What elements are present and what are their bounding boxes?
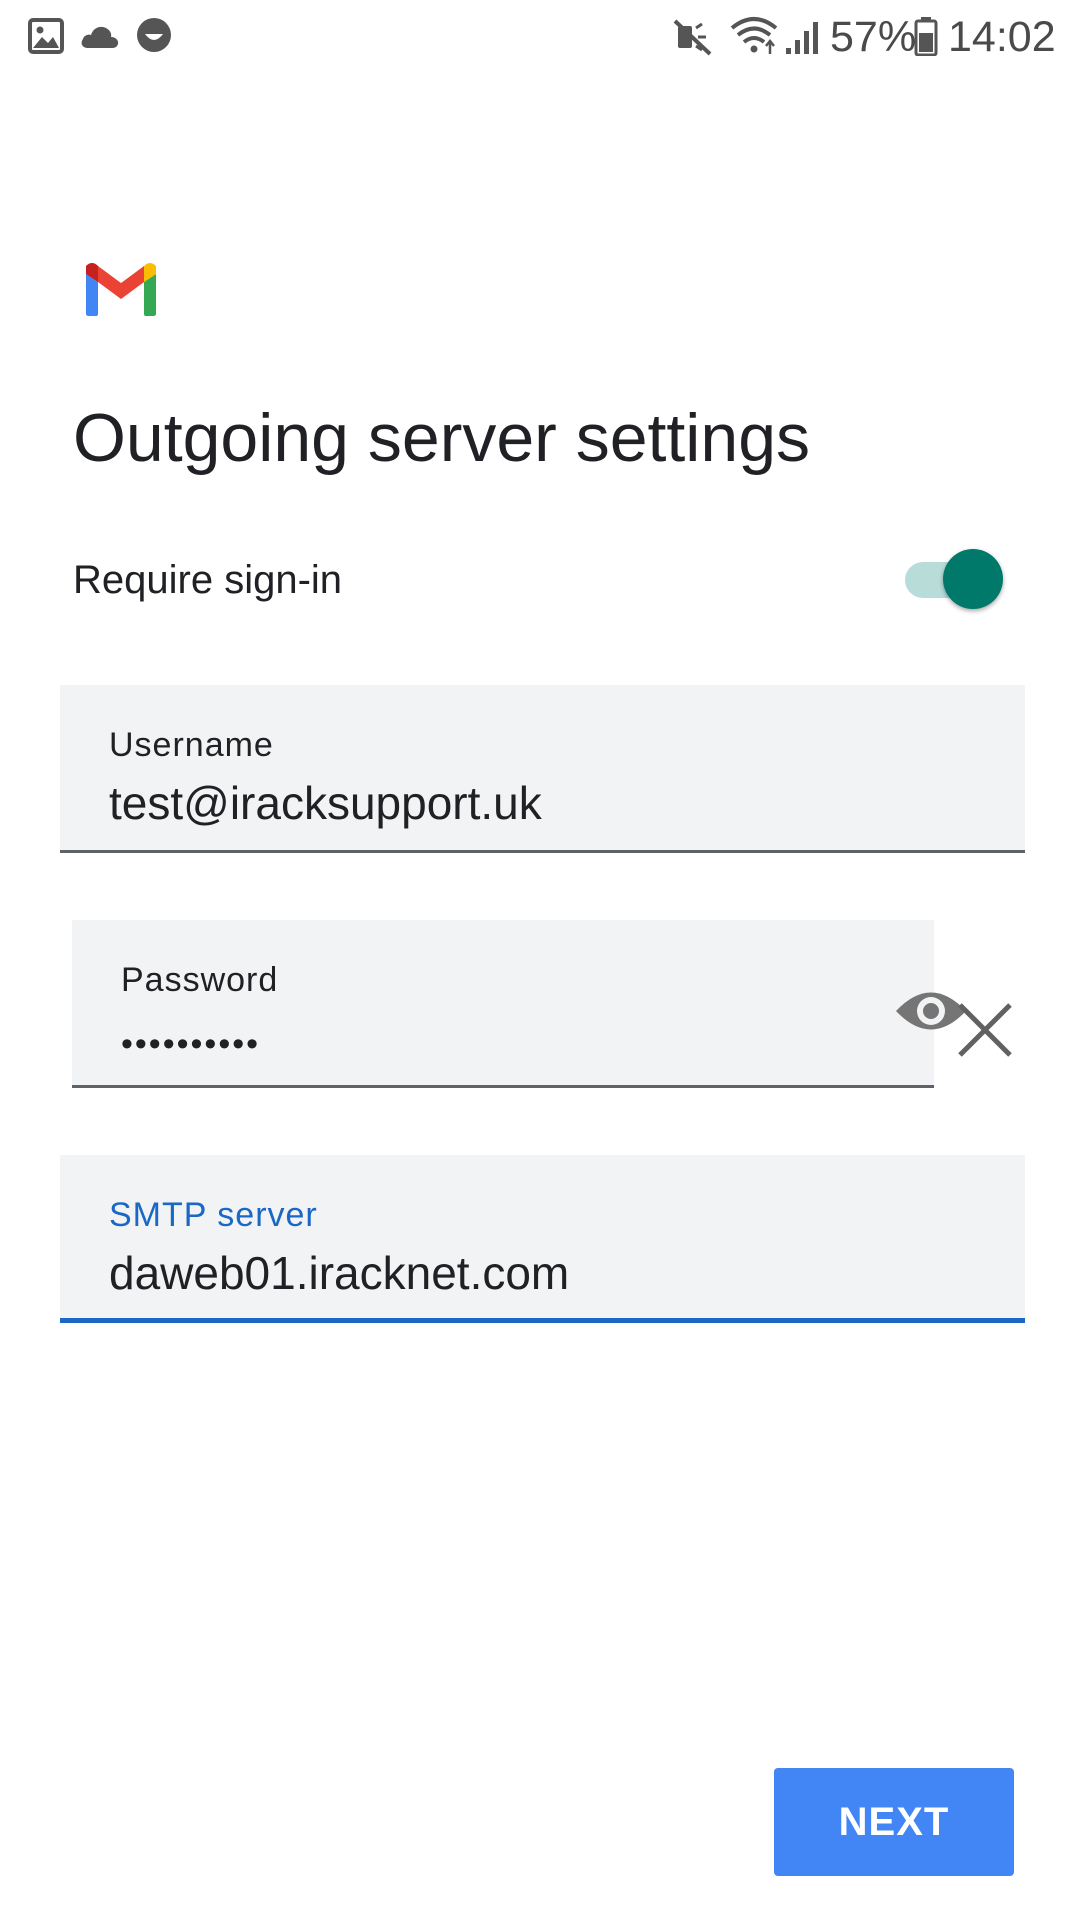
toggle-knob bbox=[943, 549, 1003, 609]
smtp-server-field[interactable]: SMTP server daweb01.iracknet.com bbox=[60, 1155, 1025, 1323]
password-field[interactable]: Password •••••••••• bbox=[72, 920, 966, 1088]
require-signin-toggle[interactable] bbox=[903, 545, 1003, 609]
page-title: Outgoing server settings bbox=[73, 400, 811, 476]
password-value: •••••••••• bbox=[121, 1025, 261, 1063]
gallery-icon bbox=[28, 18, 64, 54]
smtp-server-label: SMTP server bbox=[109, 1196, 318, 1234]
password-label: Password bbox=[121, 961, 279, 999]
require-signin-label: Require sign-in bbox=[73, 558, 343, 602]
battery-icon bbox=[914, 17, 938, 56]
screen: 57% 14:02 Outgoing server settings Requi… bbox=[0, 0, 1080, 1920]
battery-percent: 57% bbox=[830, 13, 917, 61]
cloud-icon bbox=[81, 26, 119, 48]
smiley-icon bbox=[137, 18, 171, 52]
smtp-server-value: daweb01.iracknet.com bbox=[109, 1247, 570, 1299]
username-value: test@iracksupport.uk bbox=[109, 777, 542, 829]
close-icon[interactable] bbox=[950, 995, 1020, 1065]
wifi-icon bbox=[730, 17, 778, 54]
clock: 14:02 bbox=[948, 13, 1056, 61]
mute-icon bbox=[673, 19, 712, 56]
username-field[interactable]: Username test@iracksupport.uk bbox=[60, 685, 1025, 853]
signal-icon bbox=[786, 22, 818, 54]
username-label: Username bbox=[109, 726, 274, 764]
next-button[interactable]: NEXT bbox=[774, 1768, 1014, 1876]
gmail-logo bbox=[86, 263, 156, 316]
status-bar: 57% 14:02 bbox=[0, 0, 1080, 74]
require-signin-row: Require sign-in bbox=[73, 545, 1008, 615]
